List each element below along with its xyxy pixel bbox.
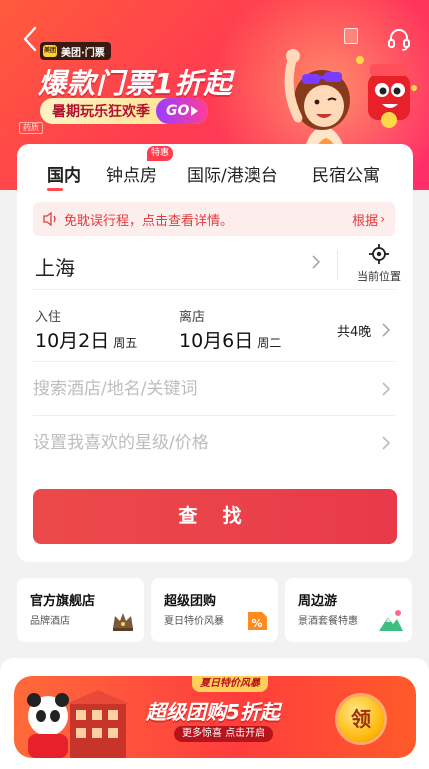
city-selector[interactable]: 上海 当前位置 — [33, 240, 401, 290]
hero-headline: 爆款门票1折起 — [38, 67, 233, 100]
star-price-input[interactable] — [33, 416, 373, 470]
checkout-weekday: 周二 — [257, 336, 282, 350]
tab-international[interactable]: 国际/港澳台 — [187, 161, 278, 186]
checkin-date: 10月2日 周五 — [35, 326, 137, 353]
group-buy-promo-banner[interactable]: 夏日特价风暴 超级团购5折起 更多惊喜 点击开启 领 — [14, 676, 416, 758]
feature-group-buy[interactable]: 超级团购 夏日特价风暴 % — [151, 578, 278, 642]
play-arrow-icon — [191, 106, 199, 116]
keyword-search-input[interactable] — [33, 362, 373, 416]
notice-bar[interactable]: 免耽误行程，点击查看详情。 根据 › — [33, 202, 395, 236]
chevron-right-icon — [312, 255, 321, 269]
feature-title: 官方旗舰店 — [30, 594, 96, 609]
banner-tag: 夏日特价风暴 — [192, 676, 268, 692]
locate-crosshair-icon — [369, 244, 389, 264]
feature-subtitle: 夏日特价风暴 — [164, 616, 224, 627]
chevron-right-icon — [382, 436, 391, 450]
tab-domestic[interactable]: 国内 — [47, 161, 81, 186]
go-label: GO — [166, 103, 190, 119]
checkin-date-value: 10月2日 — [35, 330, 110, 352]
meituan-logo-icon: 美团 — [43, 45, 57, 57]
feature-flagship-store[interactable]: 官方旗舰店 品牌酒店 — [17, 578, 144, 642]
tab-homestay[interactable]: 民宿公寓 — [312, 161, 380, 186]
search-button[interactable]: 查 找 — [33, 489, 397, 544]
tab-hourly-room[interactable]: 钟点房 — [106, 161, 157, 186]
feature-subtitle: 景酒套餐特惠 — [298, 616, 358, 627]
claim-coin-button[interactable]: 领 — [338, 696, 384, 742]
feature-title: 周边游 — [298, 594, 338, 609]
ad-label: 药质 — [19, 122, 43, 134]
discount-tag-icon: % — [248, 612, 267, 630]
mountain-icon — [379, 610, 403, 631]
star-price-row[interactable] — [33, 416, 395, 470]
chevron-right-icon: › — [380, 212, 385, 226]
checkin-label: 入住 — [35, 310, 62, 325]
speaker-icon — [43, 212, 56, 226]
crown-icon — [113, 613, 133, 631]
search-tabs: 国内 钟点房 特惠 国际/港澳台 民宿公寓 — [17, 144, 413, 196]
promo-text: 暑期玩乐狂欢季 — [52, 104, 150, 120]
banner-subtitle: 更多惊喜 点击开启 — [174, 726, 274, 742]
banner-title: 超级团购5折起 — [146, 700, 280, 724]
chevron-right-icon — [382, 323, 391, 337]
notice-text: 免耽误行程，点击查看详情。 — [64, 213, 234, 229]
notice-more-link[interactable]: 根据 — [352, 210, 378, 229]
current-location-button[interactable]: 当前位置 — [351, 244, 407, 288]
hotel-search-card: 国内 钟点房 特惠 国际/港澳台 民宿公寓 免耽误行程，点击查看详情。 根据 ›… — [17, 144, 413, 562]
checkin-weekday: 周五 — [113, 336, 138, 350]
promo-go-button[interactable]: 暑期玩乐狂欢季 GO — [40, 98, 209, 124]
active-tab-indicator — [47, 188, 63, 191]
keyword-search-row[interactable] — [33, 362, 395, 416]
feature-subtitle: 品牌酒店 — [30, 616, 70, 627]
city-value: 上海 — [35, 256, 75, 280]
checkout-label: 离店 — [179, 310, 206, 325]
panda-mascot-illustration — [27, 690, 130, 758]
chevron-right-icon — [382, 382, 391, 396]
brand-tag: 美团 美团·门票 — [40, 42, 111, 60]
back-button[interactable] — [18, 24, 42, 54]
go-badge: GO — [156, 98, 209, 124]
discount-badge: 特惠 — [147, 146, 174, 161]
date-selector[interactable]: 入住 10月2日 周五 离店 10月6日 周二 共4晚 — [33, 290, 395, 362]
checkout-date-value: 10月6日 — [179, 330, 254, 352]
nights-count: 共4晚 — [337, 325, 372, 340]
divider — [337, 250, 338, 280]
current-location-label: 当前位置 — [357, 270, 401, 283]
checkout-date: 10月6日 周二 — [179, 326, 281, 353]
svg-text:%: % — [251, 617, 262, 630]
chevron-left-icon — [23, 26, 37, 52]
feature-title: 超级团购 — [164, 594, 217, 609]
brand-label: 美团·门票 — [61, 47, 105, 59]
feature-nearby-travel[interactable]: 周边游 景酒套餐特惠 — [285, 578, 412, 642]
